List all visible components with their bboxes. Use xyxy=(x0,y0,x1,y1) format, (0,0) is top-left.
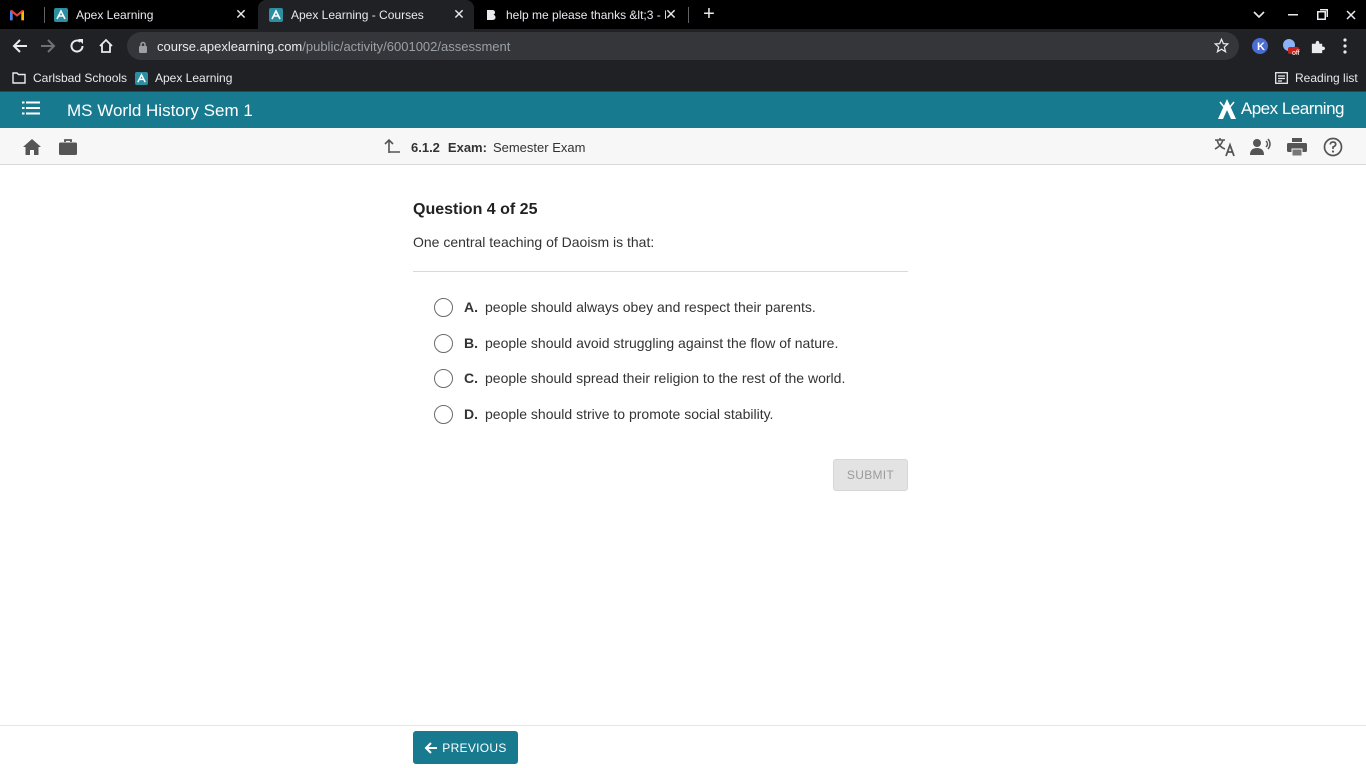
tab-search-icon[interactable] xyxy=(1244,0,1274,29)
previous-button[interactable]: PREVIOUS xyxy=(413,731,518,764)
browser-tab-strip: Apex Learning ✕ Apex Learning - Courses … xyxy=(0,0,1366,29)
choice-text: people should always obey and respect th… xyxy=(485,299,816,315)
brainly-icon xyxy=(484,8,498,22)
svg-text:K: K xyxy=(1257,41,1265,53)
choice-letter: A. xyxy=(464,299,478,315)
tab-apex-learning[interactable]: Apex Learning ✕ xyxy=(46,0,256,29)
bookmark-apex-learning[interactable]: Apex Learning xyxy=(135,68,232,88)
activity-kind: Exam: xyxy=(447,140,487,155)
lock-icon[interactable] xyxy=(138,40,148,58)
tab-title: Apex Learning xyxy=(76,7,154,22)
divider xyxy=(413,271,908,272)
radio-button[interactable] xyxy=(434,297,453,317)
apex-icon xyxy=(269,7,283,22)
up-level-icon[interactable] xyxy=(384,138,401,157)
reading-list-icon xyxy=(1275,72,1288,84)
bookmark-label: Apex Learning xyxy=(155,71,233,85)
gmail-tab[interactable] xyxy=(10,0,42,29)
apex-icon xyxy=(135,71,148,85)
bookmarks-bar: Carlsbad Schools Apex Learning Reading l… xyxy=(0,63,1366,92)
menu-icon[interactable] xyxy=(22,101,42,119)
activity-number: 6.1.2 xyxy=(411,140,440,155)
tab-title: help me please thanks &lt;3 - Bra xyxy=(506,7,666,22)
radio-button[interactable] xyxy=(434,404,453,424)
new-tab-button[interactable]: + xyxy=(694,0,724,29)
question-prompt: One central teaching of Daoism is that: xyxy=(413,234,655,250)
arrow-left-icon xyxy=(424,741,438,754)
read-aloud-icon[interactable] xyxy=(1250,136,1272,158)
tab-title: Apex Learning - Courses xyxy=(291,7,424,22)
help-icon[interactable] xyxy=(1322,136,1344,158)
extension-badge: off xyxy=(1292,50,1300,57)
previous-label: PREVIOUS xyxy=(442,740,507,755)
bookmark-carlsbad-schools[interactable]: Carlsbad Schools xyxy=(12,68,127,88)
translate-icon[interactable] xyxy=(1214,136,1236,158)
radio-button[interactable] xyxy=(434,368,453,388)
reading-list-button[interactable]: Reading list xyxy=(1275,68,1358,88)
folder-icon xyxy=(12,72,26,84)
question-header: Question 4 of 25 xyxy=(413,201,538,218)
home-icon[interactable] xyxy=(21,136,43,158)
bookmark-label: Carlsbad Schools xyxy=(33,71,128,85)
activity-name: Semester Exam xyxy=(492,140,586,155)
home-button[interactable] xyxy=(92,32,120,60)
close-icon[interactable]: ✕ xyxy=(234,7,248,21)
footer-nav: PREVIOUS xyxy=(0,725,1366,768)
address-bar[interactable]: course.apexlearning.com/public/activity/… xyxy=(127,32,1239,60)
tab-separator xyxy=(688,7,689,23)
apex-learning-logo: Apex Learning xyxy=(1217,98,1345,120)
extension-blocker-icon[interactable]: off xyxy=(1276,32,1304,60)
forward-button[interactable] xyxy=(34,32,62,60)
choice-letter: B. xyxy=(464,335,478,351)
reading-list-label: Reading list xyxy=(1295,71,1358,85)
radio-button[interactable] xyxy=(434,333,453,353)
back-button[interactable] xyxy=(6,32,34,60)
apex-logo-icon xyxy=(1217,99,1236,119)
choice-text: people should spread their religion to t… xyxy=(485,370,846,386)
close-icon[interactable]: ✕ xyxy=(664,7,678,21)
tab-separator xyxy=(44,7,45,23)
activity-breadcrumb: 6.1.2 Exam: Semester Exam xyxy=(384,138,585,157)
browser-toolbar: course.apexlearning.com/public/activity/… xyxy=(0,29,1366,63)
restore-button[interactable] xyxy=(1307,0,1337,29)
url-text: course.apexlearning.com/public/activity/… xyxy=(157,39,510,54)
course-title: MS World History Sem 1 xyxy=(67,101,253,120)
reload-button[interactable] xyxy=(63,32,91,60)
chrome-menu-icon[interactable] xyxy=(1331,32,1359,60)
briefcase-icon[interactable] xyxy=(57,136,79,158)
tab-apex-learning-courses[interactable]: Apex Learning - Courses ✕ xyxy=(258,0,474,29)
course-header: MS World History Sem 1 Apex Learning xyxy=(0,92,1366,128)
url-path: /public/activity/6001002/assessment xyxy=(302,39,511,54)
gmail-icon xyxy=(10,8,24,22)
activity-toolbar: 6.1.2 Exam: Semester Exam xyxy=(0,128,1366,165)
answer-choice-b[interactable]: B. people should avoid struggling agains… xyxy=(434,332,838,354)
choice-text: people should avoid struggling against t… xyxy=(485,335,839,351)
tab-brainly[interactable]: help me please thanks &lt;3 - Bra ✕ xyxy=(476,0,686,29)
close-window-button[interactable] xyxy=(1336,0,1366,29)
extension-k-icon[interactable]: K xyxy=(1246,32,1274,60)
choice-text: people should strive to promote social s… xyxy=(485,406,774,422)
bookmark-star-icon[interactable] xyxy=(1213,37,1230,58)
extensions-puzzle-icon[interactable] xyxy=(1303,32,1331,60)
print-icon[interactable] xyxy=(1286,136,1308,158)
choice-letter: C. xyxy=(464,370,478,386)
close-icon[interactable]: ✕ xyxy=(452,7,466,21)
choice-letter: D. xyxy=(464,406,478,422)
minimize-button[interactable] xyxy=(1278,0,1308,29)
submit-button[interactable]: SUBMIT xyxy=(833,459,908,491)
answer-choice-c[interactable]: C. people should spread their religion t… xyxy=(434,367,845,389)
apex-icon xyxy=(54,7,68,22)
answer-choice-d[interactable]: D. people should strive to promote socia… xyxy=(434,403,773,425)
url-host: course.apexlearning.com xyxy=(157,39,303,54)
answer-choice-a[interactable]: A. people should always obey and respect… xyxy=(434,296,816,318)
brand-name: Apex Learning xyxy=(1240,99,1345,118)
